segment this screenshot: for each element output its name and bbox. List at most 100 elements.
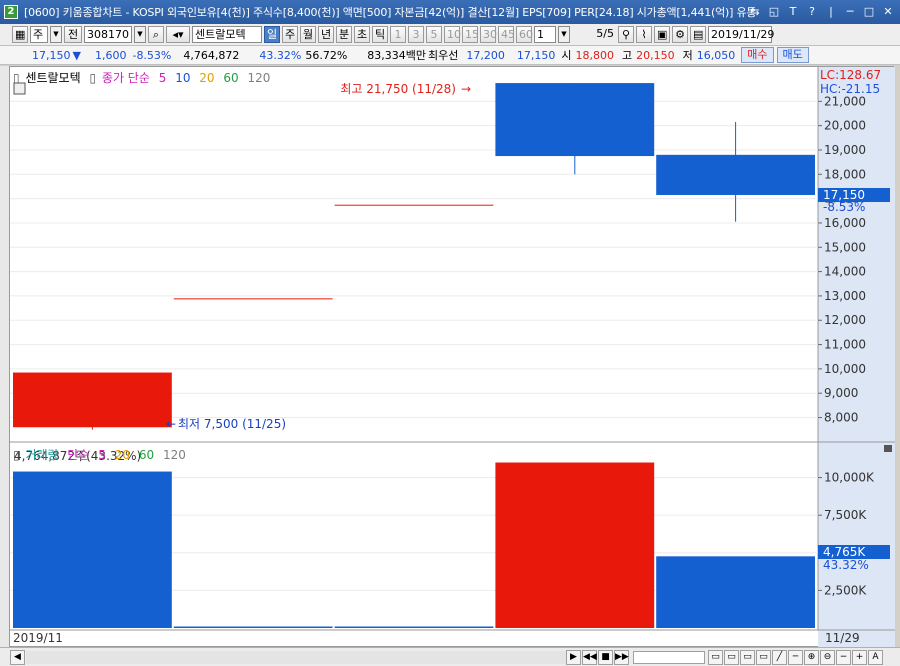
unit-minute[interactable]: 분 [336, 26, 352, 43]
scroll-track[interactable] [26, 650, 566, 664]
unit-tick[interactable]: 틱 [372, 26, 388, 43]
volume-bar [334, 626, 494, 628]
stock-code-input[interactable]: 308170 [84, 26, 132, 43]
window-number-icon[interactable]: 2 [4, 5, 18, 19]
scroll-stop-icon[interactable]: ■ [598, 649, 613, 665]
buy-button[interactable]: 매수 [741, 47, 774, 63]
ratio-1: 43.32% [259, 48, 302, 62]
volume-legend-ma-60[interactable]: 60 [139, 448, 154, 462]
low-annotation: 최저 7,500 (11/25) [178, 417, 286, 431]
grid-icon[interactable]: ▦ [12, 26, 28, 43]
minute-15[interactable]: 15 [462, 26, 479, 43]
save-icon[interactable]: ▣ [654, 26, 670, 43]
period-week[interactable]: 주 [282, 26, 298, 43]
high-annotation: 최고 21,750 (11/28) [340, 82, 456, 96]
view-3-icon[interactable]: ▭ [740, 649, 755, 665]
volume-legend-ma-label[interactable]: 단순 [67, 448, 89, 462]
price-tick-label: 16,000 [824, 216, 866, 230]
scroll-right-icon[interactable]: ▶ [566, 649, 581, 665]
font-icon[interactable]: T [785, 3, 801, 20]
calendar-icon[interactable]: ▤ [690, 26, 706, 43]
candle-body [173, 298, 333, 300]
volume-tick-label: 7,500K [824, 508, 867, 522]
link-icon[interactable]: ⇆ [747, 3, 763, 20]
binoculars-icon[interactable]: ⚲ [618, 26, 634, 43]
minute-60[interactable]: 60 [516, 26, 533, 43]
minimize-icon[interactable]: ─ [842, 3, 858, 20]
type-select[interactable]: 주 [30, 26, 48, 43]
price-volume-chart[interactable]: 21,00020,00019,00018,00017,00016,00015,0… [10, 67, 895, 648]
plus-icon[interactable]: + [852, 649, 867, 665]
legend-ma-5[interactable]: 5 [159, 71, 167, 85]
low-value: 16,050 [696, 48, 736, 62]
open-value: 18,800 [575, 48, 615, 62]
price-tick-label: 19,000 [824, 143, 866, 157]
view-1-icon[interactable]: ▭ [708, 649, 723, 665]
minute-45[interactable]: 45 [498, 26, 515, 43]
legend-stock-name[interactable]: 센트랄모텍 [25, 71, 80, 85]
x-axis-end-label: 11/29 [825, 631, 860, 645]
view-2-icon[interactable]: ▭ [724, 649, 739, 665]
high-label: 고 [622, 49, 633, 62]
help-icon[interactable]: ? [804, 3, 820, 20]
quote-bar: 17,150 ▼ 1,600 -8.53% 4,764,872 43.32% 5… [0, 46, 900, 65]
chart-toolbar: ▦ 주 ▼ 전 308170 ▼ ⌕ ◂▾ 센트랄모텍 일 주 월 년 분 초 … [0, 24, 900, 46]
low-arrow-icon: ← [166, 417, 176, 431]
minute-1[interactable]: 1 [390, 26, 406, 43]
legend-ma-20[interactable]: 20 [199, 71, 214, 85]
code-dropdown-icon[interactable]: ▼ [134, 26, 146, 43]
minute-3[interactable]: 3 [408, 26, 424, 43]
minute-10[interactable]: 10 [444, 26, 461, 43]
candle-body [656, 154, 815, 195]
period-year[interactable]: 년 [318, 26, 334, 43]
minute-5[interactable]: 5 [426, 26, 442, 43]
zoom-in-icon[interactable]: ⊕ [804, 649, 819, 665]
restore-layout-icon[interactable]: ◱ [766, 3, 782, 20]
type-dropdown-icon[interactable]: ▼ [50, 26, 62, 43]
price-tick-label: 21,000 [824, 94, 866, 108]
legend-ma-120[interactable]: 120 [248, 71, 271, 85]
volume-legend-name[interactable]: 거래량 [25, 448, 58, 462]
count-input[interactable]: 1 [534, 26, 556, 43]
zoom-out-icon[interactable]: ⊖ [820, 649, 835, 665]
candle-body [334, 204, 494, 206]
volume-bar [173, 626, 333, 628]
settings-gear-icon[interactable]: ⚙ [672, 26, 688, 43]
sell-button[interactable]: 매도 [776, 47, 809, 63]
low-label: 저 [682, 49, 693, 62]
unit-second[interactable]: 초 [354, 26, 370, 43]
current-price: 17,150 [32, 48, 71, 62]
view-4-icon[interactable]: ▭ [756, 649, 771, 665]
scroll-first-icon[interactable]: ◀◀ [582, 649, 597, 665]
sound-icon[interactable]: ◂▾ [166, 26, 190, 43]
legend-ma-label[interactable]: 종가 단순 [102, 71, 150, 85]
chart-type-icon[interactable]: ⌇ [636, 26, 652, 43]
period-day[interactable]: 일 [264, 26, 280, 43]
minus-icon[interactable]: − [836, 649, 851, 665]
legend-ma-60[interactable]: 60 [223, 71, 238, 85]
maximize-icon[interactable]: □ [861, 3, 877, 20]
font-size-icon[interactable]: A [868, 649, 883, 665]
volume-legend-ma-120[interactable]: 120 [163, 448, 186, 462]
panel-minimize-icon[interactable] [884, 445, 892, 452]
all-button[interactable]: 전 [64, 26, 82, 43]
chart-area[interactable]: 21,00020,00019,00018,00017,00016,00015,0… [9, 66, 895, 648]
volume-legend-ma-20[interactable]: 20 [115, 448, 130, 462]
volume-bar [495, 462, 655, 628]
count-dropdown-icon[interactable]: ▼ [558, 26, 570, 43]
period-month[interactable]: 월 [300, 26, 316, 43]
minute-30[interactable]: 30 [480, 26, 497, 43]
search-icon[interactable]: ⌕ [148, 26, 164, 43]
close-icon[interactable]: ✕ [880, 3, 896, 20]
volume-legend-ma-5[interactable]: 5 [98, 448, 106, 462]
date-input[interactable]: 2019/11/29 [708, 26, 774, 43]
draw-hline-icon[interactable]: ─ [788, 649, 803, 665]
high-value: 20,150 [636, 48, 675, 62]
zoom-slider[interactable] [633, 650, 705, 664]
stock-name-field[interactable]: 센트랄모텍 [192, 26, 262, 43]
price-tick-label: 15,000 [824, 240, 866, 254]
draw-line-icon[interactable]: ╱ [772, 649, 787, 665]
scroll-last-icon[interactable]: ▶▶ [614, 649, 629, 665]
scroll-left-icon[interactable]: ◀ [10, 649, 25, 665]
legend-ma-10[interactable]: 10 [175, 71, 190, 85]
